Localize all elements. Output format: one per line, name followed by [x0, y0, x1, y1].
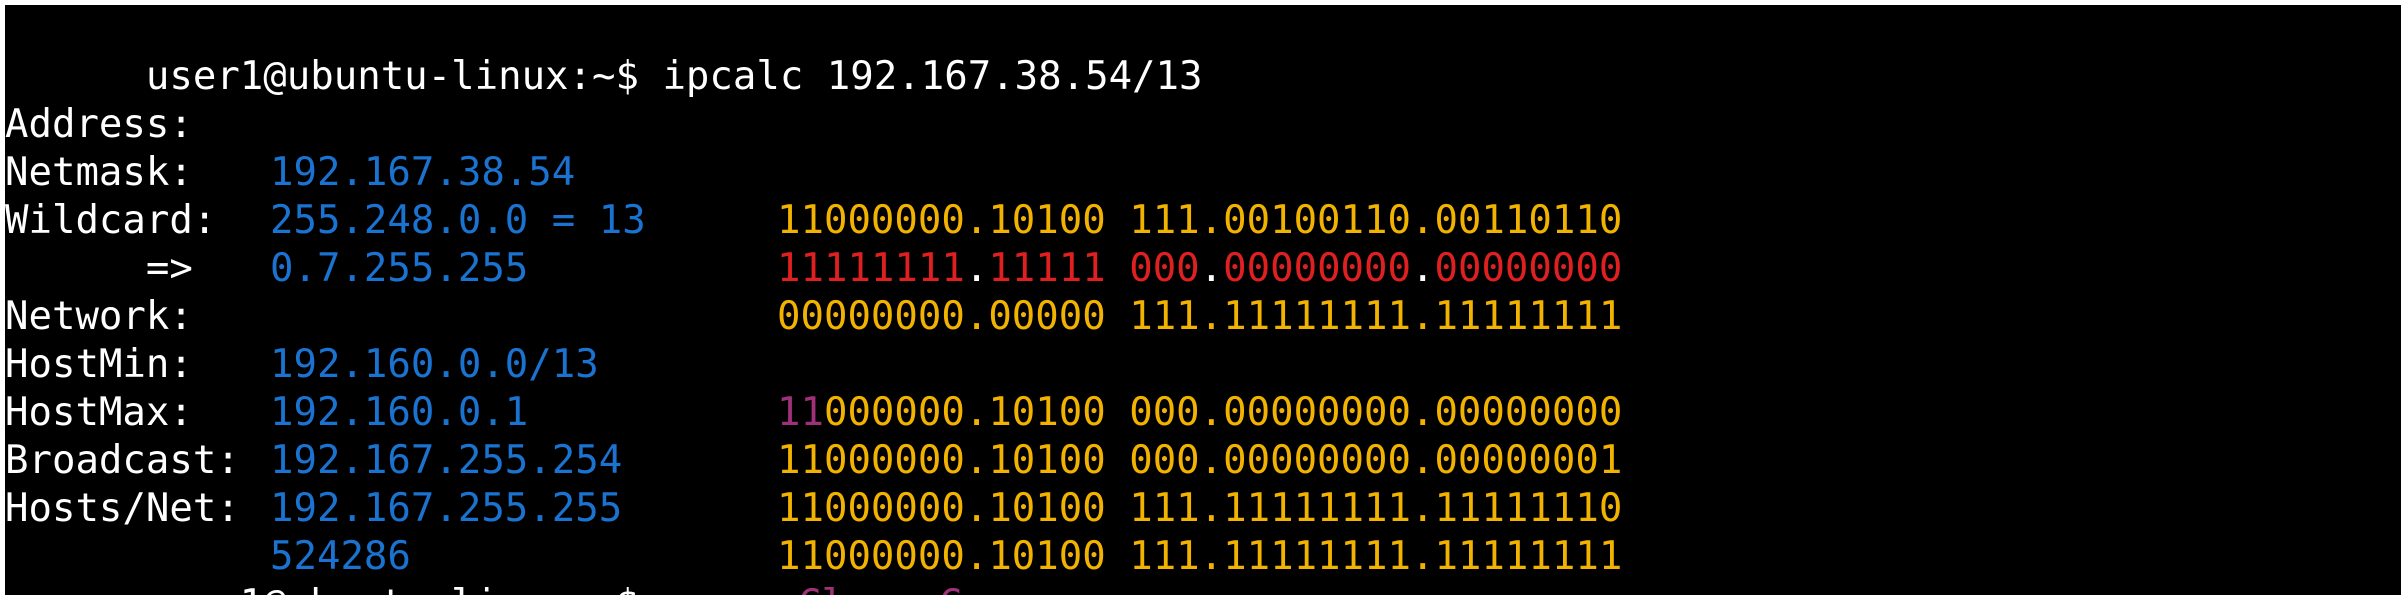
terminal-output[interactable]: user1@ubuntu-linux:~$ ipcalc 192.167.38.… — [5, 5, 2401, 595]
command-line: user1@ubuntu-linux:~$ ipcalc 192.167.38.… — [5, 5, 1203, 99]
broadcast-bits-net: 11000000.10100 — [777, 534, 1106, 579]
address-bits-net: 11000000.10100 — [777, 198, 1106, 243]
hostmax-bits: 11000000.10100 111.11111111.11111110 — [777, 485, 1622, 533]
row-hosts: Hosts/Net: 524286 Class C — [5, 437, 2401, 595]
row-wildcard: Wildcard: 0.7.255.255 00000000.00000 111… — [5, 149, 2401, 339]
row-network: Network: 192.160.0.0/13 11000000.10100 0… — [5, 245, 2401, 435]
hostmax-bits-net: 11000000.10100 — [777, 486, 1106, 531]
hosts-label: Hosts/Net: — [5, 486, 240, 531]
class-text: Class C — [798, 581, 962, 595]
hostmax-bits-host: 111.11111111.11111110 — [1105, 486, 1623, 531]
address-bits-host: 111.00100110.00110110 — [1105, 198, 1623, 243]
broadcast-value: 192.167.255.255 — [270, 486, 623, 531]
row-hostmax: HostMax: 192.167.255.254 11000000.10100 … — [5, 341, 2401, 531]
netmask-value: 255.248.0.0 = 13 — [270, 198, 646, 243]
row-broadcast: Broadcast: 192.167.255.255 11000000.1010… — [5, 389, 2401, 579]
broadcast-bits: 11000000.10100 111.11111111.11111111 — [777, 533, 1622, 581]
broadcast-bits-host: 111.11111111.11111111 — [1105, 534, 1623, 579]
terminal-window: user1@ubuntu-linux:~$ ipcalc 192.167.38.… — [0, 0, 2406, 600]
row-address: Address: 192.167.38.54 11000000.10100 11… — [5, 53, 2401, 243]
address-bits: 11000000.10100 111.00100110.00110110 — [777, 197, 1622, 245]
row-arrow: => — [5, 197, 193, 291]
prompt-line: user1@ubuntu-linux:~$ — [5, 533, 639, 595]
row-hostmin: HostMin: 192.160.0.1 11000000.10100 000.… — [5, 293, 2401, 483]
prompt-text: user1@ubuntu-linux:~$ — [146, 582, 639, 595]
row-netmask: Netmask: 255.248.0.0 = 13 11111111.11111… — [5, 101, 2401, 291]
